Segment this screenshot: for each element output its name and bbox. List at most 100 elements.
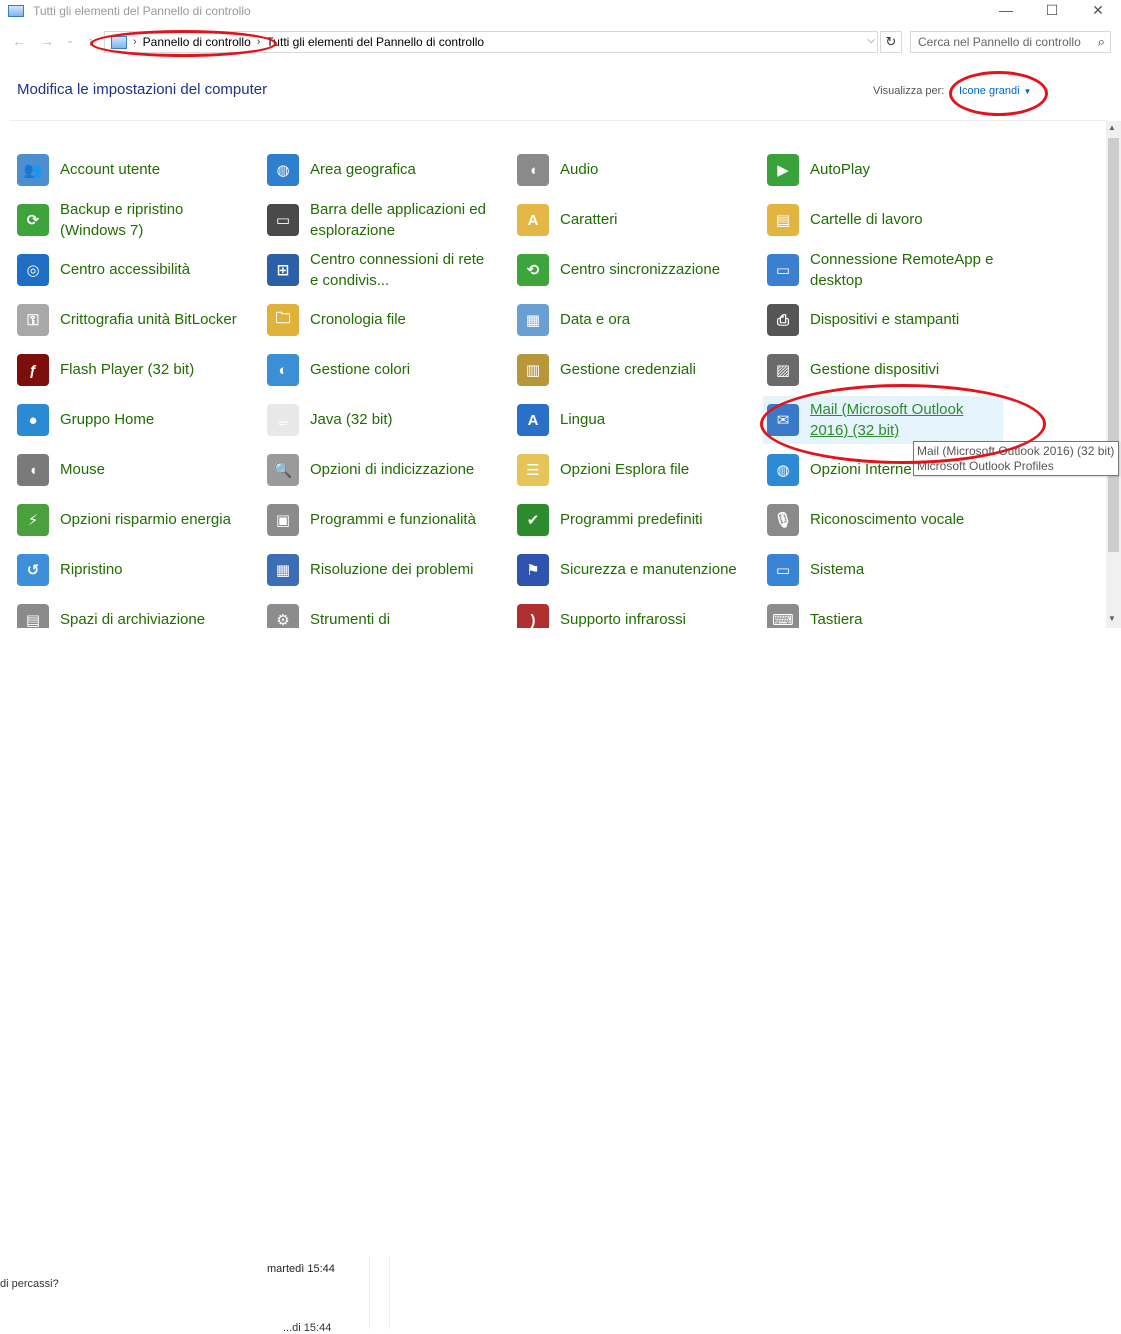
cp-item-homegroup[interactable]: ● Gruppo Home — [13, 396, 253, 444]
cp-item-label[interactable]: AutoPlay — [810, 159, 870, 180]
cp-item-label[interactable]: Cronologia file — [310, 309, 406, 330]
cp-item-power[interactable]: ⚡ Opzioni risparmio energia — [13, 496, 253, 544]
cp-item-label[interactable]: Audio — [560, 159, 598, 180]
cp-item-label[interactable]: Flash Player (32 bit) — [60, 359, 194, 380]
cp-item-label[interactable]: Centro sincronizzazione — [560, 259, 720, 280]
cp-item-label[interactable]: Supporto infrarossi — [560, 609, 686, 628]
cp-item-label[interactable]: Lingua — [560, 409, 605, 430]
cp-item-infrared[interactable]: ) Supporto infrarossi — [513, 596, 753, 628]
cp-item-label[interactable]: Gestione credenziali — [560, 359, 696, 380]
cp-item-accessibility[interactable]: ◎ Centro accessibilità — [13, 246, 253, 294]
cp-item-work-folders[interactable]: ▤ Cartelle di lavoro — [763, 196, 1003, 244]
cp-item-label[interactable]: Centro connessioni di rete e condivis... — [310, 249, 484, 291]
cp-item-remoteapp[interactable]: ▭ Connessione RemoteApp e desktop — [763, 246, 1003, 294]
cp-item-mouse[interactable]: ◖ Mouse — [13, 446, 253, 494]
cp-item-label[interactable]: Opzioni Esplora file — [560, 459, 689, 480]
scroll-down-icon[interactable]: ▼ — [1108, 614, 1116, 623]
dropdown-caret-icon[interactable]: ▼ — [1024, 87, 1032, 96]
cp-item-speaker[interactable]: ◖ Audio — [513, 146, 753, 194]
cp-item-label[interactable]: Programmi e funzionalità — [310, 509, 476, 530]
cp-item-label[interactable]: Caratteri — [560, 209, 618, 230]
cp-item-sync[interactable]: ⟲ Centro sincronizzazione — [513, 246, 753, 294]
breadcrumb-control-panel[interactable]: Pannello di controllo — [143, 35, 251, 49]
cp-item-fonts[interactable]: A Caratteri — [513, 196, 753, 244]
view-by-value[interactable]: Icone grandi — [959, 85, 1020, 97]
cp-item-label[interactable]: Mouse — [60, 459, 105, 480]
cp-item-recovery[interactable]: ↺ Ripristino — [13, 546, 253, 594]
cp-item-globe-clock[interactable]: ◍ Area geografica — [263, 146, 503, 194]
up-arrow-icon[interactable]: ↑ — [87, 33, 94, 49]
cp-item-network[interactable]: ⊞ Centro connessioni di rete e condivis..… — [263, 246, 503, 294]
cp-item-label[interactable]: Sistema — [810, 559, 864, 580]
maximize-button[interactable]: ☐ — [1029, 0, 1075, 20]
cp-item-label[interactable]: Mail (Microsoft Outlook 2016) (32 bit) — [810, 399, 963, 441]
cp-item-label[interactable]: Barra delle applicazioni ed esplorazione — [310, 199, 486, 241]
cp-item-label[interactable]: Backup e ripristino (Windows 7) — [60, 199, 183, 241]
cp-item-taskbar[interactable]: ▭ Barra delle applicazioni ed esplorazion… — [263, 196, 503, 244]
cp-item-credentials[interactable]: ▥ Gestione credenziali — [513, 346, 753, 394]
cp-item-label[interactable]: Gestione colori — [310, 359, 410, 380]
cp-item-system[interactable]: ▭ Sistema — [763, 546, 1003, 594]
cp-item-keyboard[interactable]: ⌨ Tastiera — [763, 596, 1003, 628]
cp-item-folder-options[interactable]: ☰ Opzioni Esplora file — [513, 446, 753, 494]
cp-item-java[interactable]: ☕ Java (32 bit) — [263, 396, 503, 444]
cp-item-flag[interactable]: ⚑ Sicurezza e manutenzione — [513, 546, 753, 594]
cp-item-language[interactable]: A Lingua — [513, 396, 753, 444]
cp-item-color-management[interactable]: ◐ Gestione colori — [263, 346, 503, 394]
refresh-button[interactable]: ↻ — [880, 31, 902, 53]
cp-item-label[interactable]: Opzioni risparmio energia — [60, 509, 231, 530]
cp-item-label[interactable]: Sicurezza e manutenzione — [560, 559, 737, 580]
back-arrow-icon[interactable]: ← — [12, 33, 26, 49]
cp-item-label[interactable]: Gestione dispositivi — [810, 359, 939, 380]
cp-item-label[interactable]: Cartelle di lavoro — [810, 209, 923, 230]
cp-item-label[interactable]: Strumenti di — [310, 609, 390, 628]
cp-item-troubleshoot[interactable]: ▦ Risoluzione dei problemi — [263, 546, 503, 594]
cp-item-label[interactable]: Programmi predefiniti — [560, 509, 703, 530]
cp-item-label[interactable]: Opzioni di indicizzazione — [310, 459, 474, 480]
recent-locations-chevron-icon[interactable]: ⌄ — [66, 35, 74, 46]
cp-item-microphone[interactable]: 🎙 Riconoscimento vocale — [763, 496, 1003, 544]
cp-item-label[interactable]: Dispositivi e stampanti — [810, 309, 959, 330]
address-bar[interactable]: › Pannello di controllo › Tutti gli elem… — [104, 31, 878, 53]
cp-item-backup[interactable]: ⟳ Backup e ripristino (Windows 7) — [13, 196, 253, 244]
cp-item-label[interactable]: Opzioni Interne — [810, 459, 912, 480]
minimize-button[interactable]: — — [983, 0, 1029, 20]
cp-item-label[interactable]: Ripristino — [60, 559, 123, 580]
cp-item-label[interactable]: Connessione RemoteApp e desktop — [810, 249, 993, 291]
cp-item-label[interactable]: Area geografica — [310, 159, 416, 180]
cp-item-mail[interactable]: ✉ Mail (Microsoft Outlook 2016) (32 bit) — [763, 396, 1003, 444]
search-input[interactable]: Cerca nel Pannello di controllo ⌕ — [910, 31, 1111, 53]
cp-item-default-programs[interactable]: ✔ Programmi predefiniti — [513, 496, 753, 544]
search-icon[interactable]: ⌕ — [1098, 34, 1105, 50]
cp-item-label[interactable]: Tastiera — [810, 609, 863, 628]
cp-item-device-manager[interactable]: ▨ Gestione dispositivi — [763, 346, 1003, 394]
cp-item-label[interactable]: Java (32 bit) — [310, 409, 393, 430]
cp-item-users[interactable]: 👥 Account utente — [13, 146, 253, 194]
address-dropdown-icon[interactable]: ⌵ — [867, 35, 875, 46]
cp-item-label[interactable]: Gruppo Home — [60, 409, 154, 430]
cp-item-label[interactable]: Risoluzione dei problemi — [310, 559, 473, 580]
forward-arrow-icon[interactable]: → — [40, 33, 54, 49]
cp-item-label[interactable]: Centro accessibilità — [60, 259, 190, 280]
cp-item-programs[interactable]: ▣ Programmi e funzionalità — [263, 496, 503, 544]
scroll-up-icon[interactable]: ▲ — [1108, 123, 1116, 132]
cp-item-flash[interactable]: ƒ Flash Player (32 bit) — [13, 346, 253, 394]
cp-item-autoplay[interactable]: ▶ AutoPlay — [763, 146, 1003, 194]
cp-item-label[interactable]: Crittografia unità BitLocker — [60, 309, 237, 330]
cp-item-admin-tools[interactable]: ⚙ Strumenti di — [263, 596, 503, 628]
cp-item-label[interactable]: Data e ora — [560, 309, 630, 330]
view-by-dropdown[interactable]: Icone grandi ▼ — [959, 85, 1031, 97]
breadcrumb-separator[interactable]: › — [257, 36, 261, 48]
cp-item-printer[interactable]: ⎙ Dispositivi e stampanti — [763, 296, 1003, 344]
cp-item-indexing[interactable]: 🔍 Opzioni di indicizzazione — [263, 446, 503, 494]
cp-item-label[interactable]: Riconoscimento vocale — [810, 509, 964, 530]
cp-item-file-history[interactable]: 🗀 Cronologia file — [263, 296, 503, 344]
cp-item-bitlocker[interactable]: ⚿ Crittografia unità BitLocker — [13, 296, 253, 344]
cp-item-label[interactable]: Spazi di archiviazione — [60, 609, 205, 628]
breadcrumb-all-items[interactable]: Tutti gli elementi del Pannello di contr… — [266, 35, 484, 49]
close-button[interactable]: ✕ — [1075, 0, 1121, 20]
cp-item-storage[interactable]: ▤ Spazi di archiviazione — [13, 596, 253, 628]
cp-item-calendar[interactable]: ▦ Data e ora — [513, 296, 753, 344]
cp-item-label[interactable]: Account utente — [60, 159, 160, 180]
scrollbar-thumb[interactable] — [1108, 138, 1119, 552]
